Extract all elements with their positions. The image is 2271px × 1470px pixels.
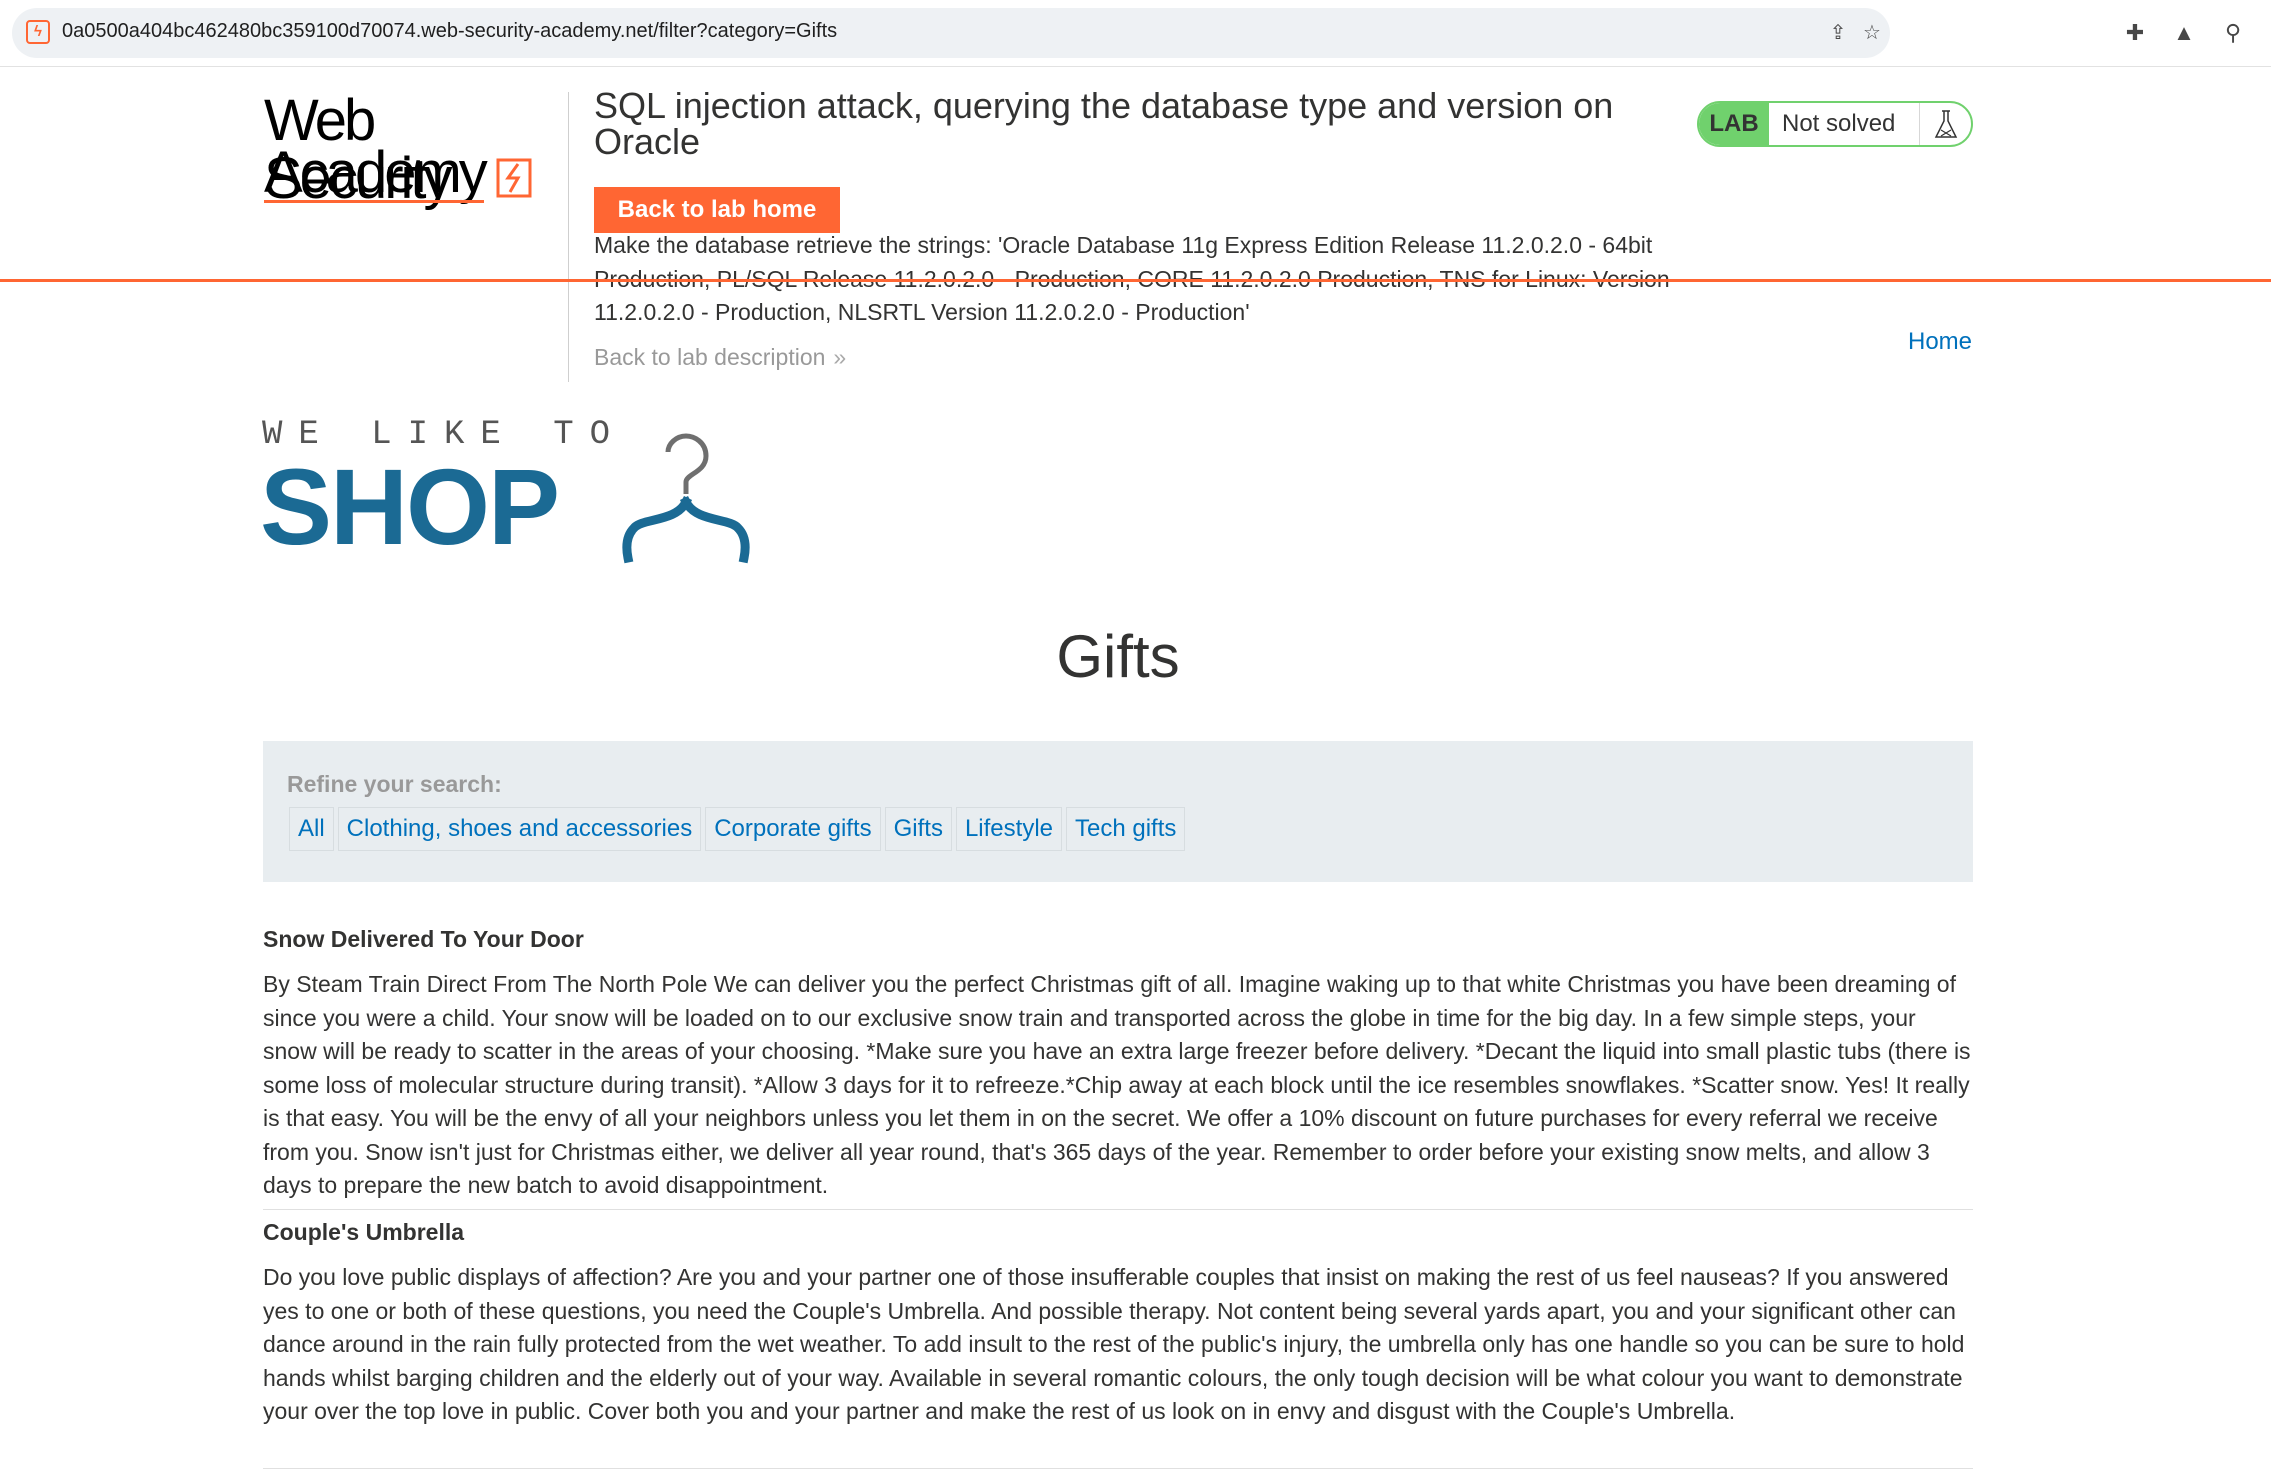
lab-badge: LAB [1699,103,1769,145]
back-desc-label: Back to lab description [594,344,826,370]
lightning-favicon-icon: ϟ [26,20,50,44]
lab-status-text: Not solved [1782,110,1896,137]
product-description: Do you love public displays of affection… [263,1264,1965,1424]
category-link-tech-gifts[interactable]: Tech gifts [1066,807,1186,851]
lab-status-widget: LAB Not solved [1697,101,1973,147]
header-orange-rule [0,279,2271,282]
product-item: Couple's Umbrella Do you love public dis… [263,1217,1973,1429]
product-separator [263,1209,1973,1210]
puzzle-icon[interactable]: ✚ [2122,20,2148,46]
page-title: Gifts [1056,623,1180,690]
product-separator [263,1468,1973,1469]
filter-panel: Refine your search: All Clothing, shoes a… [263,741,1973,882]
hanger-icon [622,433,750,564]
home-link[interactable]: Home [1908,328,1972,356]
category-link-all[interactable]: All [289,807,334,851]
url-text[interactable]: 0a0500a404bc462480bc359100d70074.web-sec… [62,20,837,43]
browser-toolbar: ϟ 0a0500a404bc462480bc359100d70074.web-s… [0,0,2271,67]
double-chevron-right-icon: » [833,344,847,370]
status-flask-icon [1919,103,1971,145]
shop-logo[interactable]: WE LIKE TO SHOP [260,412,800,567]
back-to-lab-home-button[interactable]: Back to lab home [594,187,840,233]
category-link-gifts[interactable]: Gifts [884,807,952,851]
header-divider [568,92,569,382]
product-name: Snow Delivered To Your Door [263,926,584,952]
product-name: Couple's Umbrella [263,1219,465,1245]
search-icon[interactable]: ⚲ [2220,20,2246,46]
lightning-icon [496,158,532,198]
product-item: Snow Delivered To Your Door By Steam Tra… [263,924,1973,1203]
logo-underline [264,200,484,203]
share-icon[interactable]: ⇪ [1825,20,1851,46]
back-to-description-link[interactable]: Back to lab description » [594,344,846,371]
shop-wordmark: SHOP [260,446,560,567]
refine-search-label: Refine your search: [287,771,502,797]
lab-title: SQL injection attack, querying the datab… [594,85,1614,162]
bookmark-star-icon[interactable]: ☆ [1859,20,1885,46]
product-description: By Steam Train Direct From The North Pol… [263,971,1971,1198]
category-link-lifestyle[interactable]: Lifestyle [955,807,1062,851]
flask-icon[interactable]: ▲ [2171,20,2197,46]
academy-logo[interactable]: Web Security Academy [264,92,564,208]
category-link-corporate-gifts[interactable]: Corporate gifts [705,807,881,851]
address-bar[interactable]: ϟ 0a0500a404bc462480bc359100d70074.web-s… [12,8,1890,58]
category-link-clothing[interactable]: Clothing, shoes and accessories [337,807,702,851]
category-list: All Clothing, shoes and accessories Corpor… [289,807,1189,851]
logo-line2: Academy [264,140,488,205]
